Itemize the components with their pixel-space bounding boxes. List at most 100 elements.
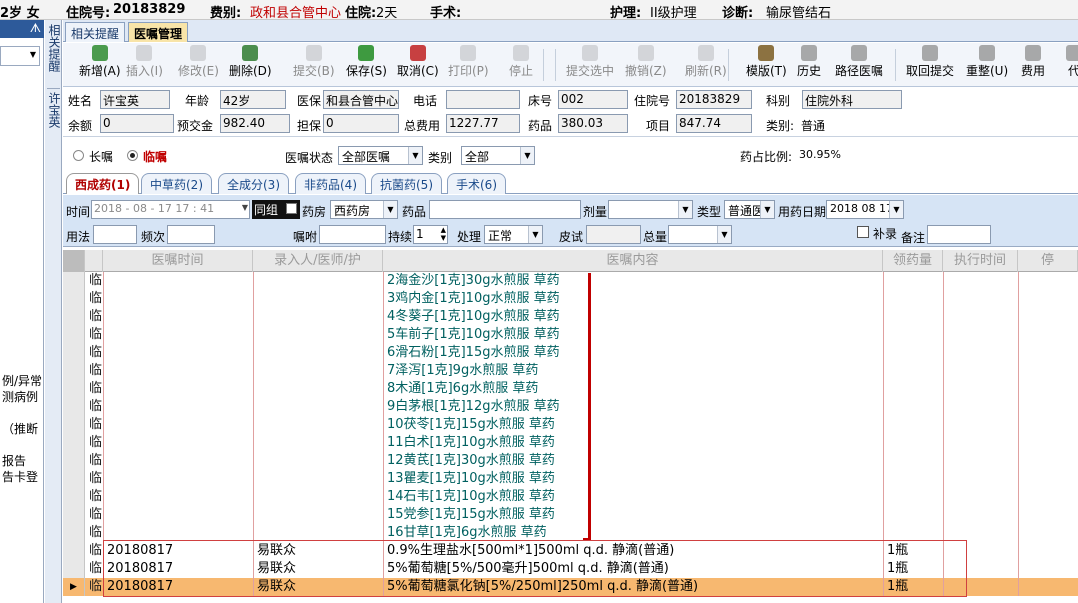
time-field[interactable]: 2018 - 08 - 17 17 : 41 ▼	[91, 200, 250, 219]
left-panel-item[interactable]: 测病例	[2, 388, 38, 405]
row-selector[interactable]	[63, 380, 85, 398]
toolbar-button-submit[interactable]: 提交(B)	[293, 45, 335, 79]
left-panel: ᗑ ▼ 例/异常 测病例 （推断 报告 告卡登	[0, 20, 44, 603]
row-selector[interactable]	[63, 506, 85, 524]
left-panel-item[interactable]: 报告	[2, 452, 26, 469]
order-type-select[interactable]: 普通医 ▼	[724, 200, 775, 219]
row-selector[interactable]	[63, 398, 85, 416]
drug-tab-1[interactable]: 西成药(1)	[66, 173, 140, 194]
entered-by-header[interactable]: 录入人/医师/护	[253, 250, 383, 272]
drug-tab-4[interactable]: 非药品(4)	[295, 173, 366, 194]
medication-date-label: 用药日期	[778, 205, 827, 219]
table-row[interactable]: 临 8木通[1克]6g水煎服 草药	[63, 380, 1078, 398]
medication-date-picker[interactable]: 2018 08 17 ▼	[826, 200, 904, 219]
row-selector[interactable]	[63, 344, 85, 362]
drug-tab-5[interactable]: 抗菌药(5)	[371, 173, 442, 194]
row-selector[interactable]	[63, 470, 85, 488]
toolbar-button-label: 取消(C)	[397, 64, 439, 78]
toolbar-button-fee[interactable]: 费用	[1021, 45, 1045, 79]
row-selector[interactable]	[63, 434, 85, 452]
skin-test-field[interactable]	[586, 225, 641, 244]
table-row[interactable]: 临 3鸡内金[1克]10g水煎服 草药	[63, 290, 1078, 308]
table-row[interactable]: 临 12黄芪[1克]30g水煎服 草药	[63, 452, 1078, 470]
vertical-tab-reminders[interactable]: 相关提醒	[47, 24, 61, 84]
toolbar-button-undo[interactable]: 撤销(Z)	[625, 45, 667, 79]
table-row[interactable]: 临 9白茅根[1克]12g水煎服 草药	[63, 398, 1078, 416]
handling-select[interactable]: 正常 ▼	[484, 225, 543, 244]
row-selector[interactable]	[63, 560, 85, 578]
frequency-input[interactable]	[167, 225, 215, 244]
stop-header[interactable]: 停	[1018, 250, 1078, 272]
toolbar-button-save[interactable]: 保存(S)	[346, 45, 387, 79]
content-header[interactable]: 医嘱内容	[383, 250, 883, 272]
table-row[interactable]: 临 6滑石粉[1克]15g水煎服 草药	[63, 344, 1078, 362]
table-row[interactable]: 临 4冬葵子[1克]10g水煎服 草药	[63, 308, 1078, 326]
same-group-toggle[interactable]: 同组	[252, 200, 300, 219]
row-selector[interactable]	[63, 362, 85, 380]
row-selector[interactable]	[63, 326, 85, 344]
toolbar-button-retrieve[interactable]: 取回提交	[906, 45, 954, 79]
drug-tab-6[interactable]: 手术(6)	[447, 173, 506, 194]
toolbar-button-stop[interactable]: 停止	[509, 45, 533, 79]
quantity-header[interactable]: 领药量	[883, 250, 943, 272]
exec-time-header[interactable]: 执行时间	[943, 250, 1018, 272]
left-panel-item[interactable]: 告卡登	[2, 468, 38, 485]
drug-tab-2[interactable]: 中草药(2)	[141, 173, 212, 194]
table-row[interactable]: 临 5车前子[1克]10g水煎服 草药	[63, 326, 1078, 344]
toolbar-button-delete[interactable]: 删除(D)	[229, 45, 272, 79]
toolbar-button-history[interactable]: 历史	[797, 45, 821, 79]
row-selector[interactable]	[63, 452, 85, 470]
toolbar-button-refresh[interactable]: 刷新(R)	[685, 45, 727, 79]
toolbar-button-path-order[interactable]: 路径医嘱	[835, 45, 883, 79]
pharmacy-select[interactable]: 西药房 ▼	[330, 200, 398, 219]
drug-tab-3[interactable]: 全成分(3)	[218, 173, 289, 194]
row-selector[interactable]	[63, 290, 85, 308]
advice-input[interactable]	[319, 225, 386, 244]
row-selector[interactable]	[63, 272, 85, 290]
supplementary-checkbox[interactable]	[857, 226, 869, 238]
table-row[interactable]: 临 10茯苓[1克]15g水煎服 草药	[63, 416, 1078, 434]
time-header[interactable]: 医嘱时间	[103, 250, 253, 272]
table-row[interactable]: 临 15党参[1克]15g水煎服 草药	[63, 506, 1078, 524]
drug-input[interactable]	[429, 200, 581, 219]
tab-reminders[interactable]: 相关提醒	[65, 22, 126, 42]
table-row[interactable]: 临 2海金沙[1克]30g水煎服 草药	[63, 272, 1078, 290]
toolbar-button-add[interactable]: 新增(A)	[79, 45, 121, 79]
toolbar-button-insert[interactable]: 插入(I)	[126, 45, 163, 79]
row-selector[interactable]	[63, 524, 85, 542]
usage-input[interactable]	[93, 225, 137, 244]
radio-long-term[interactable]	[73, 150, 84, 161]
type-filter-select[interactable]: 全部 ▼	[461, 146, 535, 165]
toolbar-button-submit-selected[interactable]: 提交选中	[566, 45, 614, 79]
row-selector[interactable]	[63, 308, 85, 326]
same-group-checkbox[interactable]	[286, 203, 297, 214]
order-status-select[interactable]: 全部医嘱 ▼	[338, 146, 423, 165]
tab-order-management[interactable]: 医嘱管理	[128, 22, 189, 42]
toolbar-button-print[interactable]: 打印(P)	[448, 45, 489, 79]
dose-select[interactable]: ▼	[608, 200, 693, 219]
row-selector[interactable]	[63, 488, 85, 506]
duration-stepper[interactable]: 1 ▲ ▼	[413, 225, 448, 244]
table-row[interactable]: 临 11白术[1克]10g水煎服 草药	[63, 434, 1078, 452]
left-panel-combo[interactable]: ▼	[0, 46, 40, 66]
table-row[interactable]: 临 7泽泻[1克]9g水煎服 草药	[63, 362, 1078, 380]
table-row[interactable]: 临 14石韦[1克]10g水煎服 草药	[63, 488, 1078, 506]
radio-temporary[interactable]	[127, 150, 138, 161]
toolbar-button-template[interactable]: 模版(T)	[746, 45, 787, 79]
row-selector[interactable]: ▶	[63, 578, 85, 596]
toolbar-button-reorganize[interactable]: 重整(U)	[966, 45, 1008, 79]
row-selector[interactable]	[63, 542, 85, 560]
pin-icon[interactable]: ᗑ	[30, 21, 41, 36]
left-panel-item[interactable]: （推断	[2, 420, 38, 437]
stepper-arrows-icon[interactable]: ▲ ▼	[441, 226, 446, 242]
toolbar-button-edit[interactable]: 修改(E)	[178, 45, 219, 79]
row-selector[interactable]	[63, 416, 85, 434]
department-label: 科别	[766, 94, 791, 108]
total-quantity-select[interactable]: ▼	[668, 225, 732, 244]
vertical-tab-patient[interactable]: 许宝英	[47, 88, 61, 133]
note-input[interactable]	[927, 225, 991, 244]
toolbar-button-cancel[interactable]: 取消(C)	[397, 45, 439, 79]
toolbar-button-proxy[interactable]: 代	[1066, 45, 1078, 79]
table-row[interactable]: 临 13瞿麦[1克]10g水煎服 草药	[63, 470, 1078, 488]
left-panel-item[interactable]: 例/异常	[2, 372, 42, 389]
